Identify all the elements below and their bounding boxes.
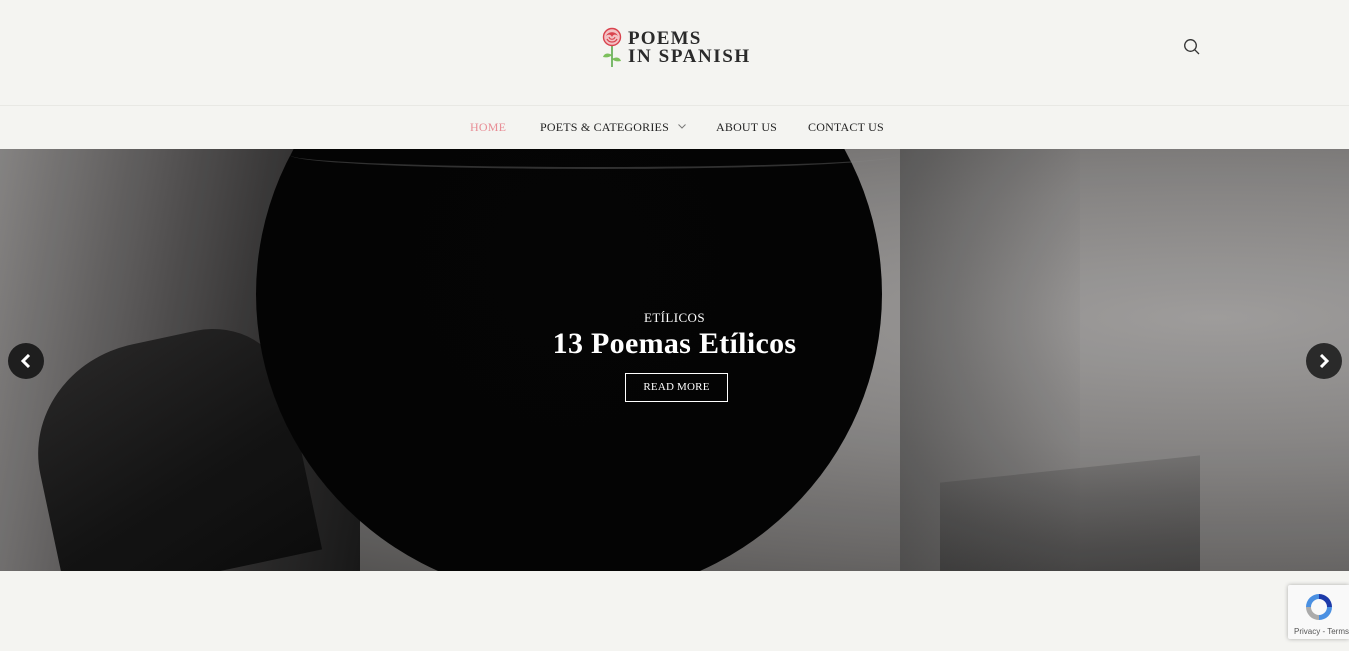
- recaptcha-terms-link[interactable]: Terms: [1327, 627, 1349, 636]
- slide-category[interactable]: ETÍLICOS: [0, 310, 1349, 326]
- hero-slider: ETÍLICOS 13 Poemas Etílicos READ MORE: [0, 149, 1349, 571]
- nav-item-about[interactable]: ABOUT US: [716, 120, 777, 135]
- chevron-down-icon: [678, 124, 687, 129]
- site-logo[interactable]: POEMS IN SPANISH: [598, 26, 758, 70]
- rose-icon: [602, 27, 622, 67]
- logo-line-2: IN SPANISH: [628, 46, 751, 67]
- nav-item-contact[interactable]: CONTACT US: [808, 120, 884, 135]
- slider-next-button[interactable]: [1306, 343, 1342, 379]
- chevron-left-icon: [20, 354, 31, 368]
- recaptcha-icon: [1306, 594, 1332, 620]
- search-icon[interactable]: [1182, 37, 1202, 57]
- recaptcha-links: Privacy - Terms: [1294, 627, 1349, 636]
- slider-prev-button[interactable]: [8, 343, 44, 379]
- chevron-right-icon: [1319, 354, 1330, 368]
- read-more-button[interactable]: READ MORE: [625, 373, 728, 402]
- recaptcha-privacy-link[interactable]: Privacy: [1294, 627, 1320, 636]
- slide-title[interactable]: 13 Poemas Etílicos: [0, 327, 1349, 361]
- logo-text: POEMS IN SPANISH: [628, 29, 751, 67]
- nav-item-label: POETS & CATEGORIES: [540, 120, 669, 134]
- nav-item-poets-categories[interactable]: POETS & CATEGORIES: [540, 120, 687, 135]
- recaptcha-badge[interactable]: Privacy - Terms: [1288, 585, 1349, 639]
- site-header: POEMS IN SPANISH: [0, 0, 1349, 105]
- recaptcha-separator: -: [1322, 627, 1326, 636]
- main-nav: HOME POETS & CATEGORIES ABOUT US CONTACT…: [0, 105, 1349, 149]
- nav-item-home[interactable]: HOME: [470, 120, 506, 135]
